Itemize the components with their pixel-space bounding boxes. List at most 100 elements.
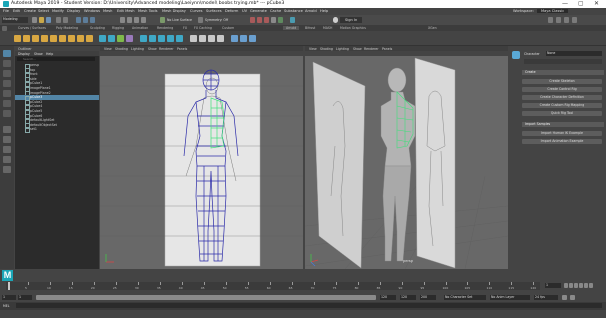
menu-cache[interactable]: Cache (270, 9, 281, 13)
quad-draw-icon[interactable] (217, 35, 224, 42)
menu-select[interactable]: Select (38, 9, 49, 13)
modeling-toolkit-icon[interactable] (548, 17, 553, 23)
create-control-rig-button[interactable]: Create Control Rig (522, 87, 602, 92)
menu-mesh-display[interactable]: Mesh Display (162, 9, 186, 13)
select-object-icon[interactable] (83, 17, 88, 23)
sign-in-button[interactable]: Sign In (340, 17, 363, 23)
hypershade-icon[interactable] (278, 17, 283, 23)
fps-dropdown[interactable]: 24 fps (534, 295, 558, 300)
attribute-editor-icon[interactable] (556, 17, 561, 23)
menu-file[interactable]: File (3, 9, 9, 13)
boolean-icon[interactable] (126, 35, 133, 42)
viewport-persp-menu-shading[interactable]: Shading (320, 47, 333, 51)
animation-preferences-icon[interactable] (570, 295, 575, 300)
import-samples-section-header[interactable]: Import Samples (522, 122, 604, 127)
viewport-front[interactable]: View Shading Lighting Show Renderer Pane… (100, 46, 303, 269)
menu-deform[interactable]: Deform (225, 9, 238, 13)
shelf-tab-curves-surfaces[interactable]: Curves / Surfaces (18, 26, 46, 30)
range-start-field[interactable]: 1 (2, 295, 16, 300)
character-set-dropdown[interactable]: No Character Set (444, 295, 486, 300)
viewport-front-menu-view[interactable]: View (104, 47, 112, 51)
target-weld-icon[interactable] (208, 35, 215, 42)
range-slider-bar[interactable] (36, 295, 376, 300)
command-input[interactable] (16, 303, 602, 308)
minimize-button[interactable]: — (562, 0, 568, 8)
polygon-cylinder-icon[interactable] (32, 35, 39, 42)
polygon-cone-icon[interactable] (41, 35, 48, 42)
menu-surfaces[interactable]: Surfaces (206, 9, 222, 13)
bevel-icon[interactable] (158, 35, 165, 42)
undo-icon[interactable] (56, 17, 61, 23)
shelf-tab-rigging[interactable]: Rigging (112, 26, 124, 30)
combine-icon[interactable] (99, 35, 106, 42)
shelf-tab-arnold[interactable]: Arnold (283, 25, 300, 30)
viewport-front-menu-renderer[interactable]: Renderer (159, 47, 174, 51)
viewport-front-menu-show[interactable]: Show (148, 47, 157, 51)
create-character-definition-button[interactable]: Create Character Definition (522, 95, 602, 100)
arnold-render-icon[interactable] (290, 17, 295, 23)
rotate-tool-icon[interactable] (3, 90, 11, 97)
viewport-front-menu-lighting[interactable]: Lighting (131, 47, 144, 51)
select-tool-icon[interactable] (3, 50, 11, 57)
shelf-tab-motion-graphics[interactable]: Motion Graphics (340, 26, 366, 30)
redo-icon[interactable] (63, 17, 68, 23)
range-inner-start-field[interactable]: 1 (18, 295, 32, 300)
outliner-search-input[interactable]: Search... (17, 57, 95, 61)
render-frame-icon[interactable] (250, 17, 255, 23)
shelf-tab-fx-caching[interactable]: FX Caching (194, 26, 212, 30)
snap-point-icon[interactable] (134, 17, 139, 23)
select-component-icon[interactable] (90, 17, 95, 23)
menu-create[interactable]: Create (24, 9, 36, 13)
menu-generate[interactable]: Generate (250, 9, 267, 13)
shelf-tab-fx[interactable]: FX (183, 26, 187, 30)
range-inner-end-field[interactable]: 120 (380, 295, 396, 300)
polygon-sphere-icon[interactable] (14, 35, 21, 42)
menu-mesh[interactable]: Mesh (103, 9, 112, 13)
symmetry-icon[interactable] (198, 17, 203, 23)
shelf-tab-rendering[interactable]: Rendering (157, 26, 173, 30)
mirror-icon[interactable] (140, 35, 147, 42)
viewport-persp-menu-lighting[interactable]: Lighting (336, 47, 349, 51)
viewport-front-menu-panels[interactable]: Panels (177, 47, 187, 51)
menu-help[interactable]: Help (320, 9, 328, 13)
workspace-dropdown[interactable]: Maya Classic (537, 9, 569, 13)
ipr-render-icon[interactable] (264, 17, 269, 23)
multi-cut-icon[interactable] (190, 35, 197, 42)
outliner-layout-icon[interactable] (3, 156, 11, 163)
shelf-tab-animation[interactable]: Animation (132, 26, 148, 30)
planar-map-icon[interactable] (240, 35, 247, 42)
menu-uv[interactable]: UV (242, 9, 247, 13)
scale-tool-icon[interactable] (3, 100, 11, 107)
shelf-tab-sculpting[interactable]: Sculpting (90, 26, 105, 30)
separate-icon[interactable] (108, 35, 115, 42)
render-settings-icon[interactable] (271, 17, 276, 23)
viewport-persp-menu-show[interactable]: Show (353, 47, 362, 51)
anim-layer-dropdown[interactable]: No Anim Layer (490, 295, 530, 300)
save-scene-icon[interactable] (46, 17, 51, 23)
time-slider[interactable]: M 5 10 15 20 25 30 35 40 45 50 55 60 65 70 75 80 85 90 95 1… (0, 270, 606, 292)
range-end-field[interactable]: 120 (400, 295, 416, 300)
automatic-map-icon[interactable] (249, 35, 256, 42)
polygon-torus-icon[interactable] (50, 35, 57, 42)
viewport-persp-menu-view[interactable]: View (309, 47, 317, 51)
two-view-layout-icon[interactable] (3, 146, 11, 153)
outliner-menu-display[interactable]: Display (18, 52, 30, 56)
range-end2-field[interactable]: 200 (420, 295, 436, 300)
smooth-icon[interactable] (117, 35, 124, 42)
last-tool-icon[interactable] (3, 110, 11, 117)
insert-edge-loop-icon[interactable] (199, 35, 206, 42)
viewport-front-canvas[interactable] (100, 56, 303, 269)
current-time-marker[interactable] (8, 282, 10, 290)
menu-edit-mesh[interactable]: Edit Mesh (117, 9, 135, 13)
play-forward-icon[interactable] (579, 283, 583, 288)
symmetry-label[interactable]: Symmetry: Off (205, 18, 228, 22)
open-scene-icon[interactable] (39, 17, 44, 23)
account-icon[interactable] (333, 17, 338, 23)
shelf-tab-xgen[interactable]: XGen (428, 26, 437, 30)
single-perspective-layout-icon[interactable] (3, 126, 11, 133)
quick-rig-tool-button[interactable]: Quick Rig Tool (522, 111, 602, 116)
viewport-perspective[interactable]: View Shading Lighting Show Renderer Pane… (305, 46, 508, 269)
shelf-tab-bifrost[interactable]: Bifrost (305, 26, 315, 30)
outliner-menu-show[interactable]: Show (34, 52, 43, 56)
outliner-menu-help[interactable]: Help (46, 52, 53, 56)
